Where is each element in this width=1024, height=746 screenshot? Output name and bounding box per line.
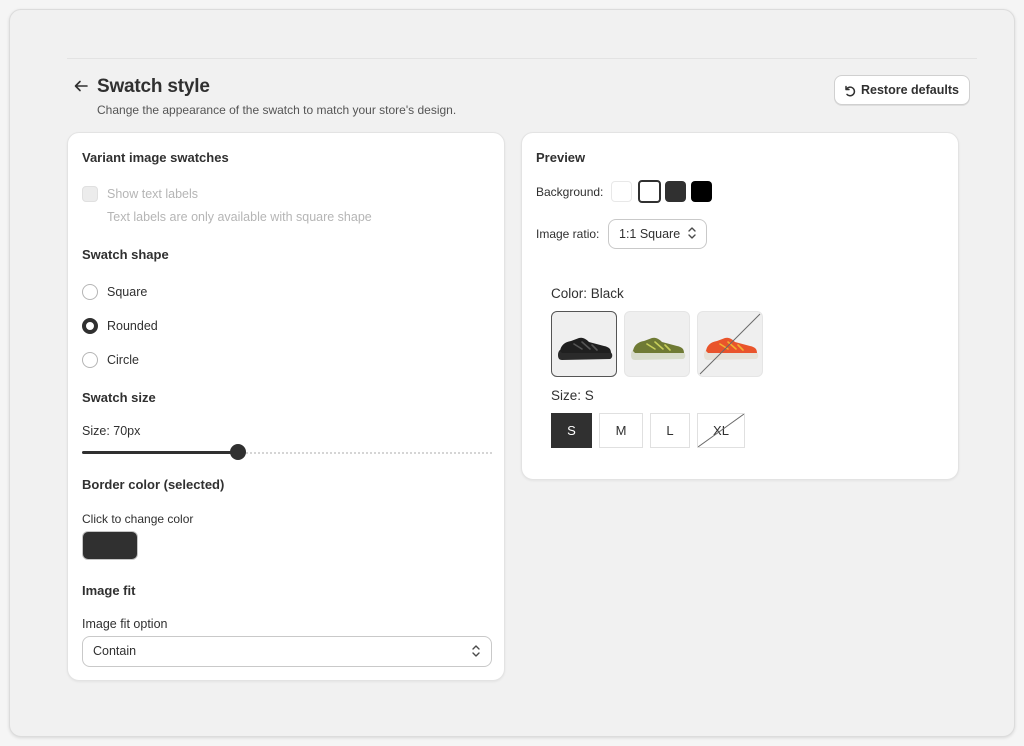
image-fit-value: Contain [93, 644, 137, 658]
arrow-left-icon [74, 80, 88, 92]
size-label: M [615, 423, 627, 438]
preview-card: Preview Background: Image ratio: 1:1 Squ… [521, 132, 959, 480]
image-fit-heading: Image fit [82, 583, 136, 598]
border-color-label: Click to change color [82, 512, 194, 526]
chevron-updown-icon [472, 645, 480, 657]
size-label: S [567, 423, 576, 438]
page-title: Swatch style [97, 76, 210, 97]
slider-rest [246, 452, 492, 454]
section-title: Variant image swatches [82, 150, 229, 165]
strike-line [698, 414, 744, 447]
swatch-shape-heading: Swatch shape [82, 247, 169, 262]
image-ratio-label: Image ratio: [536, 227, 600, 241]
slider-thumb[interactable] [230, 444, 246, 460]
shape-rounded-radio[interactable] [82, 318, 98, 334]
restore-defaults-label: Restore defaults [861, 83, 959, 97]
show-text-labels-help: Text labels are only available with squa… [107, 210, 372, 224]
undo-icon [845, 85, 856, 96]
background-option-white[interactable] [611, 181, 632, 202]
background-option-dark-gray[interactable] [665, 181, 686, 202]
size-option-label: Size: S [551, 388, 594, 403]
shoe-image [631, 337, 686, 360]
size-label: L [666, 423, 674, 438]
chevron-updown-icon [688, 227, 696, 239]
show-text-labels-label: Show text labels [107, 187, 199, 201]
image-ratio-select[interactable]: 1:1 Square [608, 219, 708, 249]
shoe-image [558, 337, 613, 360]
color-swatch-black[interactable] [551, 311, 617, 377]
swatch-size-slider[interactable] [82, 444, 492, 460]
shape-rounded-label: Rounded [107, 319, 158, 333]
image-ratio-value: 1:1 Square [619, 227, 681, 241]
shape-square-radio[interactable] [82, 284, 98, 300]
unavailable-strike [698, 414, 744, 447]
border-color-heading: Border color (selected) [82, 477, 225, 492]
swatch-size-label: Size: 70px [82, 424, 141, 438]
divider [67, 58, 977, 59]
page-header: Swatch style Change the appearance of th… [67, 68, 977, 118]
settings-card: Variant image swatches Show text labels … [67, 132, 505, 681]
size-button-m[interactable]: M [599, 413, 643, 448]
color-swatch-olive[interactable] [624, 311, 690, 377]
back-button[interactable] [71, 76, 91, 96]
size-button-xl[interactable]: XL [697, 413, 745, 448]
preview-title: Preview [536, 150, 586, 165]
size-button-s[interactable]: S [551, 413, 592, 448]
size-button-l[interactable]: L [650, 413, 690, 448]
unavailable-strike [699, 313, 761, 375]
shape-square-label: Square [107, 285, 148, 299]
show-text-labels-checkbox[interactable] [82, 186, 98, 202]
image-fit-select[interactable]: Contain [82, 636, 492, 667]
page-subtitle: Change the appearance of the swatch to m… [97, 103, 457, 117]
shape-circle-label: Circle [107, 353, 139, 367]
restore-defaults-button[interactable]: Restore defaults [834, 75, 970, 105]
shape-circle-radio[interactable] [82, 352, 98, 368]
background-option-black[interactable] [691, 181, 712, 202]
slider-fill [82, 451, 238, 454]
background-option-white-outlined[interactable] [638, 180, 661, 203]
image-fit-label: Image fit option [82, 617, 168, 631]
color-option-label: Color: Black [551, 286, 624, 301]
border-color-picker[interactable] [82, 531, 138, 560]
swatch-size-heading: Swatch size [82, 390, 156, 405]
app-window: Swatch style Change the appearance of th… [9, 9, 1015, 737]
color-swatch-orange[interactable] [697, 311, 763, 377]
shoe-image [699, 313, 761, 375]
background-label: Background: [536, 185, 604, 199]
